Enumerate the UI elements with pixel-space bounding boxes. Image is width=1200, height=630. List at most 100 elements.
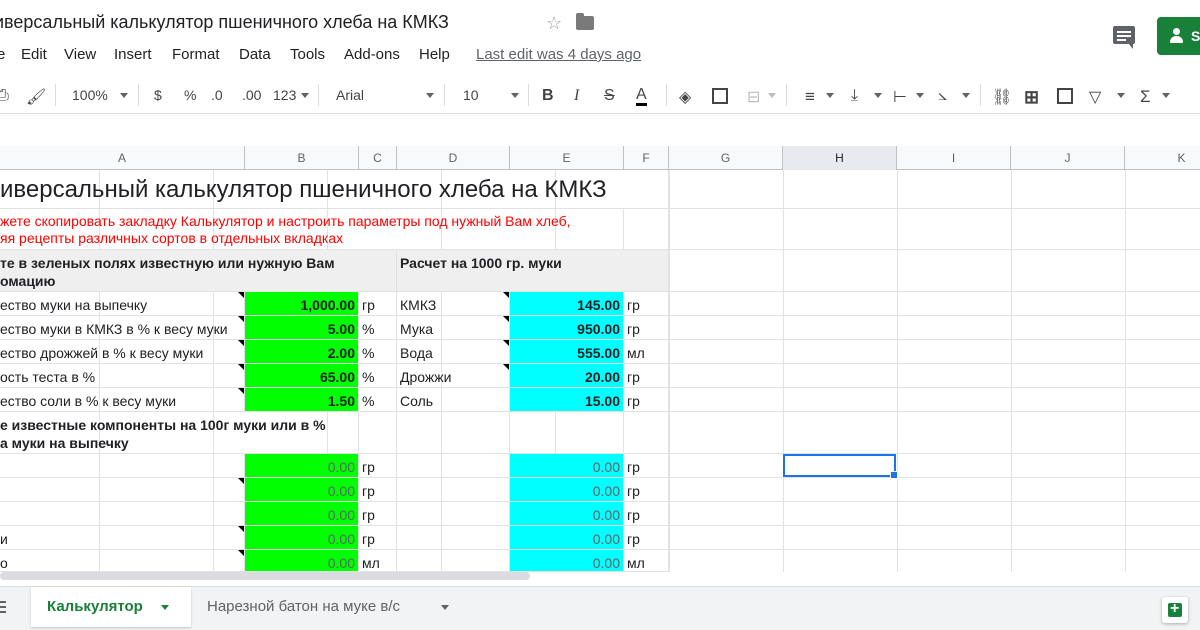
folder-icon[interactable] <box>576 13 594 30</box>
font-caret-icon[interactable] <box>426 93 434 98</box>
column-header-i[interactable]: I <box>897 146 1011 170</box>
column-header-f[interactable]: F <box>624 146 669 170</box>
text-rotation-icon[interactable]: ⦣ <box>938 87 947 105</box>
menu-add-ons[interactable]: Add-ons <box>344 46 400 63</box>
empty-cell[interactable] <box>359 412 397 454</box>
filter-icon[interactable]: ▽ <box>1089 87 1101 107</box>
result-label-flour[interactable]: Мука <box>397 316 510 340</box>
menu-format[interactable]: Format <box>172 46 220 63</box>
last-edit-link[interactable]: Last edit was 4 days ago <box>476 46 641 63</box>
vertical-align-icon[interactable]: ⤓ <box>851 87 858 105</box>
insert-comment-icon[interactable]: ⊞ <box>1024 87 1039 108</box>
font-size-select[interactable]: 10 <box>463 87 479 103</box>
input-label-salt-percent[interactable]: ество соли в % к весу муки <box>0 388 245 412</box>
input-value-salt-percent[interactable]: 1.50 <box>245 388 359 412</box>
menu-tools[interactable]: Tools <box>290 46 325 63</box>
insert-chart-icon[interactable] <box>1057 88 1073 104</box>
text-rotation-caret-icon[interactable] <box>962 93 970 98</box>
chevron-down-icon[interactable] <box>441 605 449 610</box>
column-header-g[interactable]: G <box>669 146 783 170</box>
empty-cell[interactable] <box>397 526 510 550</box>
column-header-k[interactable]: K <box>1125 146 1200 170</box>
result-value-water[interactable]: 555.00 <box>510 340 624 364</box>
column-header-j[interactable]: J <box>1011 146 1125 170</box>
input-unit-flour[interactable]: гр <box>359 292 397 316</box>
component-unit[interactable]: гр <box>359 478 397 502</box>
component-unit[interactable]: мл <box>359 550 397 572</box>
component-unit[interactable]: гр <box>359 502 397 526</box>
input-label-yeast-percent[interactable]: ество дрожжей в % к весу муки <box>0 340 245 364</box>
empty-cell[interactable] <box>624 412 669 454</box>
column-header-d[interactable]: D <box>397 146 510 170</box>
explore-icon[interactable] <box>1162 597 1188 623</box>
column-header-c[interactable]: C <box>359 146 397 170</box>
instruction-note-cell[interactable]: жете скопировать закладку Калькулятор и … <box>0 209 624 250</box>
component-value[interactable]: 0.00 <box>245 478 359 502</box>
document-title[interactable]: иверсальный калькулятор пшеничного хлеба… <box>0 12 449 33</box>
more-formats-caret-icon[interactable] <box>301 93 309 98</box>
percent-format-button[interactable]: % <box>184 87 196 103</box>
component-result-value[interactable]: 0.00 <box>510 454 624 478</box>
component-result-unit[interactable]: гр <box>624 526 669 550</box>
empty-cell[interactable] <box>397 502 510 526</box>
strikethrough-button[interactable]: S <box>604 87 615 105</box>
text-wrapping-icon[interactable]: ⊢ <box>893 87 907 107</box>
empty-cell[interactable] <box>397 478 510 502</box>
menu-help[interactable]: Help <box>419 46 450 63</box>
empty-cell[interactable] <box>397 454 510 478</box>
input-label-hydration[interactable]: ость теста в % <box>0 364 245 388</box>
component-value[interactable]: 0.00 <box>245 526 359 550</box>
merge-caret-icon[interactable] <box>768 93 776 98</box>
menu-data[interactable]: Data <box>239 46 271 63</box>
input-section-header[interactable]: те в зеленых полях известную или нужную … <box>0 250 397 292</box>
tab-sliced-loaf[interactable]: Нарезной батон на муке в/с <box>191 587 467 627</box>
component-label[interactable] <box>0 478 245 502</box>
empty-cell[interactable] <box>397 550 510 572</box>
menu-edit[interactable]: Edit <box>21 46 47 63</box>
share-button[interactable]: S <box>1157 17 1200 55</box>
input-value-flour[interactable]: 1,000.00 <box>245 292 359 316</box>
more-formats-select[interactable]: 123 <box>273 87 296 103</box>
component-unit[interactable]: гр <box>359 454 397 478</box>
component-result-unit[interactable]: гр <box>624 454 669 478</box>
font-size-caret-icon[interactable] <box>511 93 519 98</box>
empty-cell[interactable] <box>624 209 669 250</box>
empty-cell[interactable] <box>397 412 510 454</box>
borders-icon[interactable] <box>712 88 728 104</box>
menu-view[interactable]: View <box>64 46 96 63</box>
component-label[interactable]: о <box>0 550 245 572</box>
sheet-title-cell[interactable]: иверсальный калькулятор пшеничного хлеба… <box>0 170 669 209</box>
component-value[interactable]: 0.00 <box>245 550 359 572</box>
horizontal-align-icon[interactable]: ≡ <box>805 87 815 107</box>
component-value[interactable]: 0.00 <box>245 454 359 478</box>
result-label-yeast[interactable]: Дрожжи <box>397 364 510 388</box>
input-unit-salt-percent[interactable]: % <box>359 388 397 412</box>
component-label[interactable] <box>0 454 245 478</box>
result-value-salt[interactable]: 15.00 <box>510 388 624 412</box>
insert-link-icon[interactable]: ⛓ <box>992 87 1012 107</box>
result-unit-salt[interactable]: гр <box>624 388 669 412</box>
text-wrapping-caret-icon[interactable] <box>916 93 924 98</box>
result-unit-yeast[interactable]: гр <box>624 364 669 388</box>
star-icon[interactable]: ☆ <box>546 13 562 34</box>
column-header-b[interactable]: B <box>245 146 359 170</box>
component-result-value[interactable]: 0.00 <box>510 478 624 502</box>
result-label-salt[interactable]: Соль <box>397 388 510 412</box>
component-label[interactable] <box>0 502 245 526</box>
input-unit-yeast-percent[interactable]: % <box>359 340 397 364</box>
decrease-decimals-button[interactable]: .0 <box>211 87 223 103</box>
component-result-value[interactable]: 0.00 <box>510 502 624 526</box>
component-result-unit[interactable]: мл <box>624 550 669 572</box>
column-header-h[interactable]: H <box>783 146 897 170</box>
horizontal-align-caret-icon[interactable] <box>826 93 834 98</box>
print-icon[interactable]: ⎙ <box>0 87 9 105</box>
all-sheets-icon[interactable] <box>0 601 8 615</box>
input-unit-hydration[interactable]: % <box>359 364 397 388</box>
zoom-caret-icon[interactable] <box>120 93 128 98</box>
menu-insert[interactable]: Insert <box>114 46 152 63</box>
column-header-a[interactable]: A <box>0 146 245 170</box>
input-label-flour[interactable]: ество муки на выпечку <box>0 292 245 316</box>
components-section-header[interactable]: е известные компоненты на 100г муки или … <box>0 412 359 454</box>
filter-caret-icon[interactable] <box>1117 93 1125 98</box>
result-unit-kmkz[interactable]: гр <box>624 292 669 316</box>
